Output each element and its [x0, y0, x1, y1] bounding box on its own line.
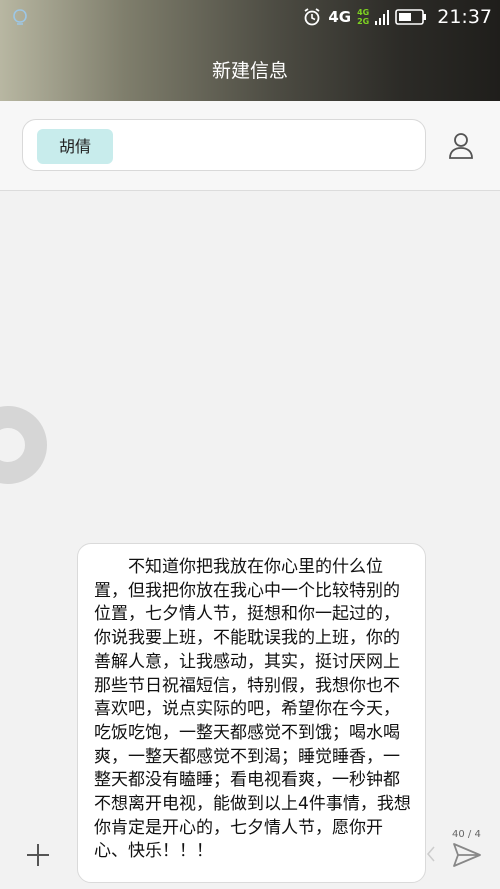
message-input[interactable]: 不知道你把我放在你心里的什么位置，但我把你放在我心中一个比较特别的位置，七夕情人… — [77, 543, 426, 883]
new-message-screen: 4G 4G 2G 21:37 新建信息 胡倩 不知道你把我放在你心里的什么位置，… — [0, 0, 500, 889]
status-bar: 4G 4G 2G 21:37 — [0, 0, 500, 34]
network-top-label: 4G — [357, 8, 370, 17]
status-clock: 21:37 — [437, 6, 492, 28]
loading-ring-icon — [0, 406, 47, 484]
page-title: 新建信息 — [211, 60, 288, 82]
header: 4G 4G 2G 21:37 新建信息 — [0, 0, 500, 101]
network-type: 4G — [328, 8, 352, 26]
recipient-area: 胡倩 — [0, 101, 500, 191]
plus-icon[interactable] — [25, 842, 51, 868]
chevron-left-icon — [427, 846, 435, 862]
signal-icon — [375, 10, 390, 25]
recipient-input[interactable]: 胡倩 — [22, 119, 426, 171]
recipient-chip[interactable]: 胡倩 — [37, 129, 113, 164]
battery-icon — [395, 9, 427, 25]
contact-icon[interactable] — [446, 131, 476, 161]
status-right-group: 4G 4G 2G 21:37 — [302, 5, 492, 29]
alarm-icon — [304, 8, 320, 26]
message-text: 不知道你把我放在你心里的什么位置，但我把你放在我心中一个比较特别的位置，七夕情人… — [94, 557, 411, 862]
send-icon[interactable] — [452, 842, 482, 868]
network-stack: 4G 2G — [357, 8, 369, 26]
notification-icon — [13, 9, 27, 25]
network-bottom-label: 2G — [357, 17, 370, 26]
character-counter: 40 / 4 — [452, 829, 481, 840]
